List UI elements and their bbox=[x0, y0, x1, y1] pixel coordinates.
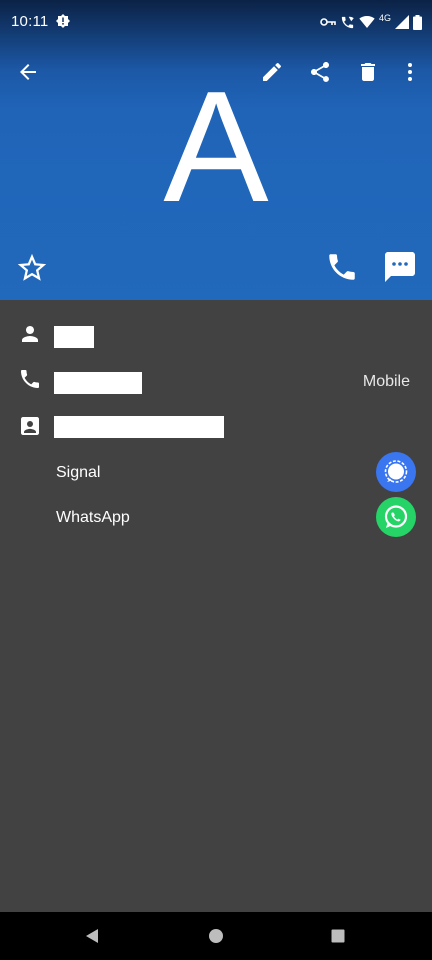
signal-row[interactable]: Signal bbox=[0, 452, 432, 492]
nav-home-icon bbox=[209, 929, 223, 943]
message-button[interactable] bbox=[376, 243, 424, 291]
wifi-calling-icon bbox=[341, 16, 354, 28]
whatsapp-button[interactable] bbox=[376, 497, 416, 537]
nav-recents-icon bbox=[331, 929, 345, 943]
nav-recents-button[interactable] bbox=[326, 924, 350, 948]
vpn-key-icon bbox=[320, 18, 336, 26]
phone-type-label: Mobile bbox=[362, 373, 410, 390]
phone-icon bbox=[329, 254, 355, 280]
contact-detail-screen: 10:11 4G A Mobile Signal WhatsApp bbox=[0, 0, 432, 960]
person-icon bbox=[22, 326, 38, 342]
account-redacted bbox=[54, 416, 224, 438]
sms-icon bbox=[385, 252, 415, 282]
phone-number-redacted bbox=[54, 372, 142, 394]
network-type-label: 4G bbox=[378, 13, 391, 23]
signal-label: Signal bbox=[56, 464, 101, 481]
contact-card-icon bbox=[21, 417, 39, 435]
whatsapp-label: WhatsApp bbox=[56, 509, 130, 526]
alert-badge-icon bbox=[56, 14, 70, 28]
nav-back-button[interactable] bbox=[80, 924, 104, 948]
nav-home-button[interactable] bbox=[204, 924, 228, 948]
contact-name-redacted bbox=[54, 326, 94, 348]
cell-signal-icon bbox=[395, 15, 409, 29]
signal-button[interactable] bbox=[376, 452, 416, 492]
status-icons: 4G bbox=[320, 12, 422, 32]
phone-icon bbox=[21, 370, 39, 388]
wifi-icon bbox=[359, 16, 375, 28]
call-button[interactable] bbox=[318, 243, 366, 291]
star-outline-icon bbox=[17, 253, 47, 281]
phone-row[interactable]: Mobile bbox=[0, 362, 432, 402]
status-time: 10:11 bbox=[11, 13, 49, 30]
contact-header: 10:11 4G A bbox=[0, 0, 432, 300]
contact-avatar-letter: A bbox=[163, 59, 269, 235]
favorite-button[interactable] bbox=[8, 244, 56, 292]
nav-back-icon bbox=[86, 929, 98, 943]
account-row bbox=[0, 408, 432, 448]
name-row bbox=[0, 318, 432, 354]
whatsapp-row[interactable]: WhatsApp bbox=[0, 497, 432, 537]
system-nav-bar bbox=[0, 912, 432, 960]
status-bar: 10:11 4G bbox=[0, 0, 432, 44]
whatsapp-icon bbox=[384, 505, 408, 528]
signal-icon bbox=[384, 460, 408, 483]
battery-icon bbox=[413, 14, 422, 30]
